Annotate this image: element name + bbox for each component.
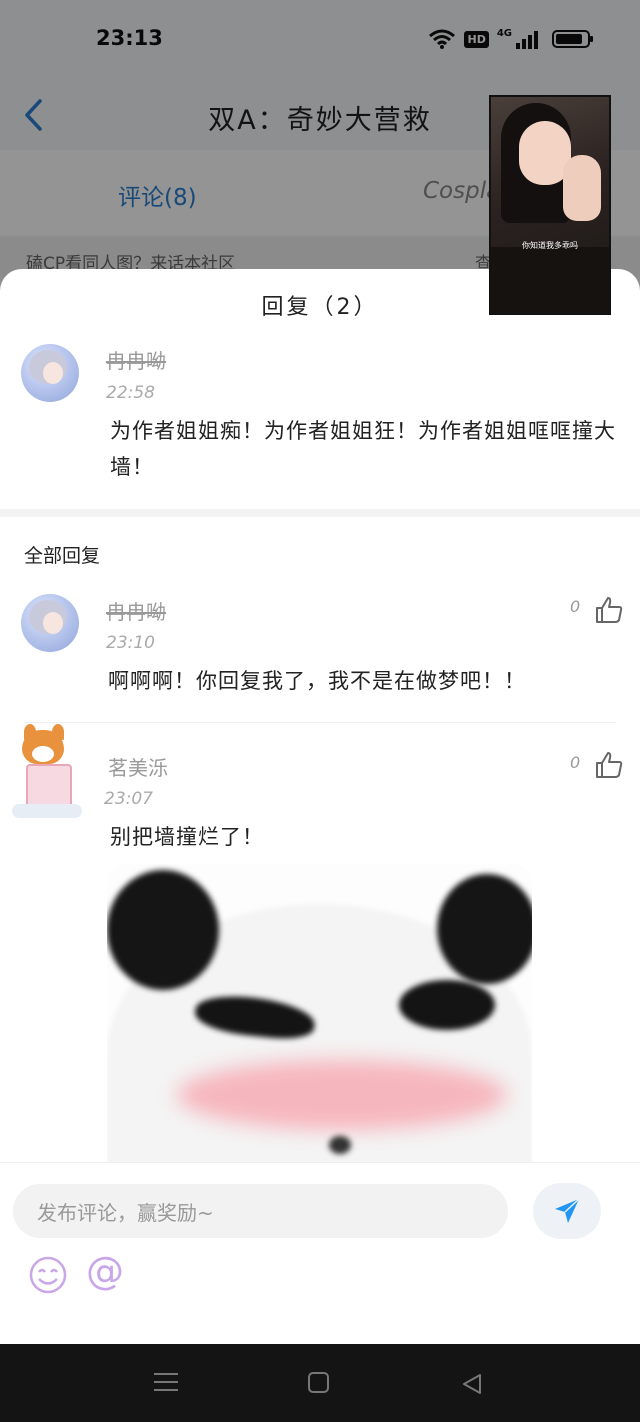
reply-time: 23:07: [104, 789, 153, 809]
nav-back-icon[interactable]: [460, 1372, 484, 1396]
send-icon: [555, 1198, 580, 1223]
reply-text: 啊啊啊！你回复我了，我不是在做梦吧！！: [108, 669, 526, 693]
reply-sticker-image[interactable]: [107, 864, 532, 1184]
video-caption: 你知道我多乖吗: [522, 241, 578, 250]
video-figure-hand: [563, 155, 601, 221]
comment-input[interactable]: 发布评论，赢奖励~: [13, 1184, 508, 1238]
like-count: 0: [570, 597, 581, 616]
system-nav-bar: [0, 1344, 640, 1422]
home-icon[interactable]: [308, 1372, 329, 1393]
comment-time: 22:58: [106, 383, 155, 403]
floating-video-window[interactable]: 你知道我多乖吗: [489, 95, 611, 315]
avatar[interactable]: [21, 594, 79, 652]
menu-icon[interactable]: [154, 1373, 178, 1393]
row-divider: [24, 722, 616, 723]
comment-input-area: 发布评论，赢奖励~ @: [0, 1162, 640, 1344]
video-figure-body: [491, 247, 609, 313]
reply-text: 别把墙撞烂了！: [110, 825, 264, 849]
like-count: 0: [570, 753, 581, 772]
thumbs-up-icon[interactable]: [594, 595, 624, 625]
comment-text: 为作者姐姐痴！为作者姐姐狂！为作者姐姐哐哐撞大墙！: [110, 419, 616, 479]
reply-username[interactable]: 茗美泺: [108, 752, 168, 781]
avatar[interactable]: [12, 724, 82, 820]
reply-username[interactable]: 冉冉呦: [106, 596, 166, 625]
emoji-icon[interactable]: [28, 1255, 68, 1295]
comment-username[interactable]: 冉冉呦: [106, 345, 166, 374]
thumbs-up-icon[interactable]: [594, 750, 624, 780]
reply-time: 23:10: [106, 633, 155, 653]
replies-section-title: 全部回复: [24, 545, 101, 567]
mention-button[interactable]: @: [86, 1249, 124, 1293]
send-button[interactable]: [533, 1183, 601, 1239]
section-divider: [0, 509, 640, 517]
avatar[interactable]: [21, 344, 79, 402]
